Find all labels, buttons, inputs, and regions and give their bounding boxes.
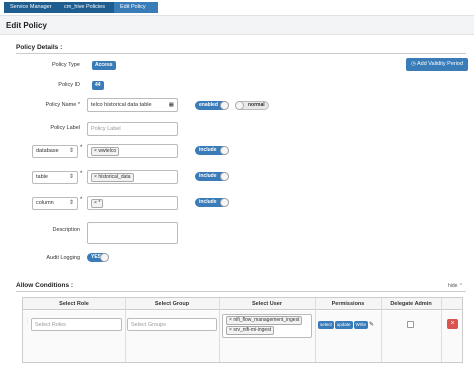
- add-validity-label: Add Validity Period: [416, 61, 464, 67]
- resource-type-value: database: [36, 148, 59, 154]
- breadcrumb-policies[interactable]: cm_hive Policies: [58, 2, 114, 13]
- normal-toggle[interactable]: normal: [235, 101, 269, 110]
- delegate-admin-checkbox[interactable]: [407, 321, 414, 328]
- enabled-toggle[interactable]: enabled: [195, 101, 229, 110]
- resource-type-select-column[interactable]: column ⇕: [32, 197, 78, 210]
- resource-tag: × historical_data: [91, 173, 134, 182]
- column-include-toggle[interactable]: include: [195, 198, 229, 207]
- col-header-delegate-admin: Delegate Admin: [390, 301, 432, 307]
- table-include-toggle[interactable]: include: [195, 172, 229, 181]
- divider: [16, 291, 466, 292]
- toggle-knob: [220, 172, 229, 181]
- select-users-input[interactable]: × nifi_flow_management_ingest × srv_nifi…: [222, 314, 312, 338]
- close-icon: ×: [450, 320, 455, 327]
- normal-label: normal: [248, 102, 265, 108]
- select-roles-input[interactable]: Select Roles: [31, 318, 122, 331]
- breadcrumb-service-manager[interactable]: Service Manager: [4, 2, 58, 13]
- add-validity-period-button[interactable]: ◷ Add Validity Period: [406, 58, 468, 71]
- conditions-table: Select Role Select Group Select User Per…: [22, 297, 463, 363]
- policy-name-label: Policy Name *: [45, 102, 80, 108]
- audit-logging-label: Audit Logging: [46, 255, 80, 261]
- resource-type-select-table[interactable]: table ⇕: [32, 171, 78, 184]
- description-label: Description: [52, 227, 80, 233]
- breadcrumb-edit-policy: Edit Policy: [114, 2, 158, 13]
- page-title: Edit Policy: [6, 21, 47, 30]
- description-textarea[interactable]: [87, 222, 178, 244]
- user-tag: × srv_nifi-mi-ingest: [226, 326, 275, 335]
- hide-link[interactable]: hide ⌃: [448, 283, 463, 289]
- col-header-user: Select User: [252, 301, 282, 307]
- include-label: include: [199, 173, 217, 179]
- toggle-knob: [220, 101, 229, 110]
- permission-badge: select: [318, 321, 334, 329]
- page-header: Edit Policy: [0, 15, 474, 35]
- chevron-down-icon: ⇕: [68, 174, 74, 180]
- calendar-icon[interactable]: ▦: [169, 99, 174, 111]
- user-tag: × nifi_flow_management_ingest: [226, 316, 303, 325]
- toggle-knob: [235, 101, 244, 110]
- required-marker: *: [80, 145, 83, 151]
- policy-type-badge: Access: [92, 61, 116, 70]
- breadcrumb: Service Manager cm_hive Policies Edit Po…: [0, 0, 474, 14]
- resource-tag: × wwtelco: [91, 147, 120, 156]
- resource-type-value: column: [36, 200, 54, 206]
- col-header-role: Select Role: [59, 301, 89, 307]
- divider: [16, 53, 466, 54]
- database-values-input[interactable]: × wwtelco: [87, 144, 178, 158]
- required-marker: *: [80, 171, 83, 177]
- column-divider: [441, 298, 442, 362]
- col-header-permissions: Permissions: [331, 301, 365, 307]
- policy-id-label: Policy ID: [58, 82, 80, 88]
- policy-id-badge: 44: [92, 81, 104, 90]
- policy-details-heading: Policy Details :: [16, 44, 63, 51]
- toggle-knob: [220, 198, 229, 207]
- policy-label-input[interactable]: Policy Label: [87, 122, 178, 136]
- required-marker: *: [80, 197, 83, 203]
- toggle-knob: [220, 146, 229, 155]
- audit-logging-toggle[interactable]: YES: [87, 253, 109, 262]
- chevron-down-icon: ⇕: [68, 200, 74, 206]
- resource-type-value: table: [36, 174, 48, 180]
- select-groups-input[interactable]: Select Groups: [127, 318, 217, 331]
- delete-row-button[interactable]: ×: [447, 319, 458, 329]
- policy-label-label: Policy Label: [50, 125, 80, 131]
- policy-name-input[interactable]: telco historical data table ▦: [87, 98, 178, 112]
- database-include-toggle[interactable]: include: [195, 146, 229, 155]
- enabled-label: enabled: [199, 102, 218, 108]
- include-label: include: [199, 147, 217, 153]
- table-values-input[interactable]: × historical_data: [87, 170, 178, 184]
- toggle-knob: [100, 253, 109, 262]
- col-header-group: Select Group: [154, 301, 190, 307]
- permission-badge: Write: [353, 321, 368, 329]
- policy-name-value: telco historical data table: [91, 102, 152, 108]
- permissions-list[interactable]: select update Write ✎: [318, 321, 374, 329]
- chevron-down-icon: ⇕: [68, 148, 74, 154]
- pencil-icon[interactable]: ✎: [369, 322, 374, 328]
- policy-type-label: Policy Type: [51, 62, 80, 68]
- resource-type-select-database[interactable]: database ⇕: [32, 145, 78, 158]
- permission-badge: update: [334, 321, 353, 329]
- allow-conditions-heading: Allow Conditions :: [16, 282, 74, 289]
- include-label: include: [199, 199, 217, 205]
- column-values-input[interactable]: × *: [87, 196, 178, 210]
- clock-icon: ◷: [410, 61, 416, 67]
- resource-tag: × *: [91, 199, 104, 208]
